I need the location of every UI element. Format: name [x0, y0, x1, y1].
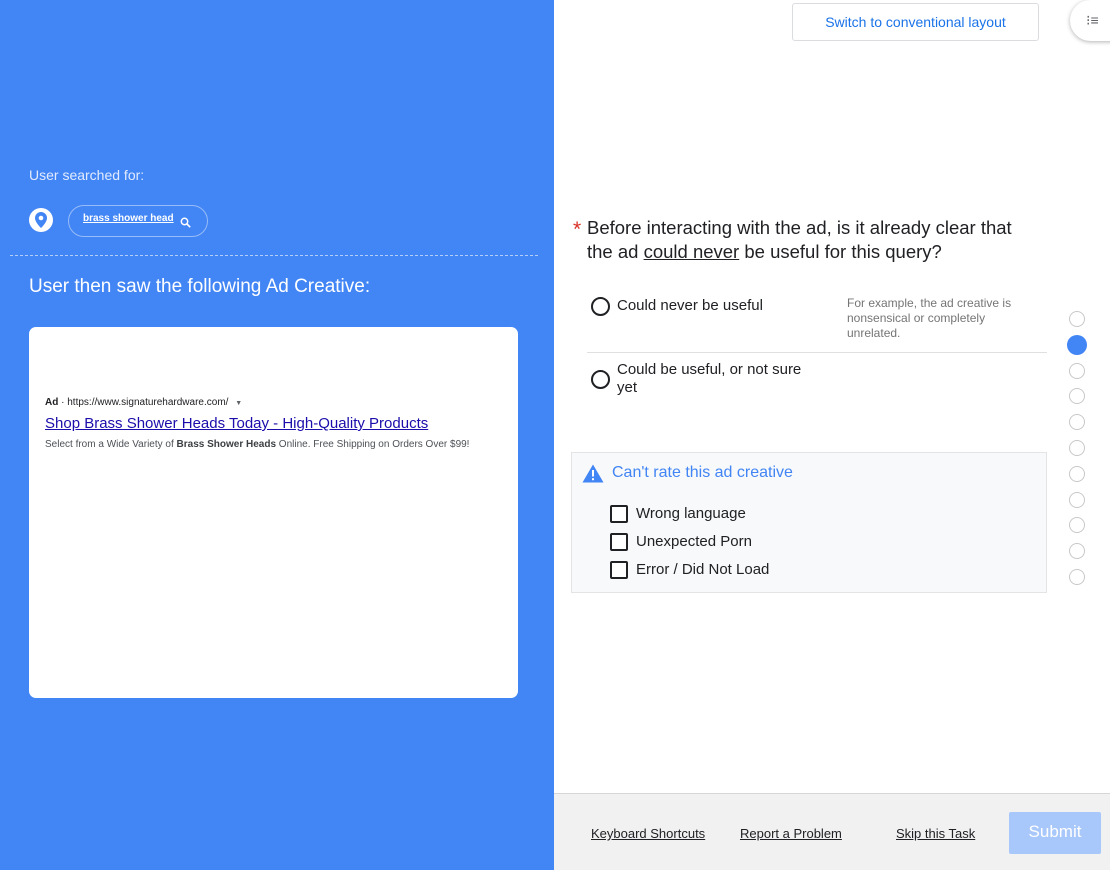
option-label-could-be-useful[interactable]: Could be useful, or not sure yet [617, 361, 813, 397]
step-dot-7[interactable] [1069, 466, 1085, 482]
step-dot-4[interactable] [1069, 388, 1085, 404]
step-dot-3[interactable] [1069, 363, 1085, 379]
section-divider [10, 255, 538, 256]
ad-separator: · [61, 397, 65, 408]
checkbox-error-did-not-load[interactable] [610, 561, 628, 579]
ad-creative-card: Ad · https://www.signaturehardware.com/ … [29, 327, 518, 698]
footer-bar: Keyboard Shortcuts Report a Problem Skip… [554, 793, 1110, 870]
location-pin-icon [29, 208, 53, 232]
warning-icon [582, 464, 604, 488]
step-dot-11[interactable] [1069, 569, 1085, 585]
ad-desc-end: Online. Free Shipping on Orders Over $99… [276, 439, 470, 450]
search-query-chip[interactable]: brass shower head [68, 205, 208, 237]
checkbox-wrong-language[interactable] [610, 505, 628, 523]
ad-desc-start: Select from a Wide Variety of [45, 439, 177, 450]
option-help-text: For example, the ad creative is nonsensi… [847, 296, 1012, 340]
ad-display-url: https://www.signaturehardware.com/ [67, 397, 229, 408]
checkbox-unexpected-porn[interactable] [610, 533, 628, 551]
checkbox-label-error-did-not-load[interactable]: Error / Did Not Load [636, 561, 769, 578]
ad-creative-heading: User then saw the following Ad Creative: [29, 276, 371, 297]
cant-rate-title: Can't rate this ad creative [612, 464, 793, 481]
searched-label: User searched for: [29, 167, 145, 183]
search-icon [180, 215, 191, 233]
radio-could-never-be-useful[interactable] [591, 297, 610, 316]
submit-button[interactable]: Submit [1009, 812, 1101, 854]
step-dot-5[interactable] [1069, 414, 1085, 430]
step-dot-8[interactable] [1069, 492, 1085, 508]
skip-task-link[interactable]: Skip this Task [896, 826, 975, 841]
ad-description: Select from a Wide Variety of Brass Show… [45, 439, 469, 450]
switch-layout-button[interactable]: Switch to conventional layout [792, 3, 1039, 41]
step-dot-2[interactable] [1067, 335, 1087, 355]
context-panel: User searched for: brass shower head Use… [0, 0, 554, 870]
search-query-text[interactable]: brass shower head [83, 213, 174, 224]
ad-headline-link[interactable]: Shop Brass Shower Heads Today - High-Qua… [45, 415, 428, 432]
ad-badge: Ad [45, 397, 59, 408]
caret-down-icon: ▼ [235, 400, 243, 407]
checkbox-label-unexpected-porn[interactable]: Unexpected Porn [636, 533, 752, 550]
keyboard-shortcuts-link[interactable]: Keyboard Shortcuts [591, 826, 705, 841]
step-dot-6[interactable] [1069, 440, 1085, 456]
cant-rate-section: Can't rate this ad creative Wrong langua… [571, 452, 1047, 593]
option-divider [587, 352, 1047, 353]
step-dot-1[interactable] [1069, 311, 1085, 327]
question-text: Before interacting with the ad, is it al… [587, 216, 1027, 264]
question-text-emphasis: could never [643, 241, 740, 262]
report-problem-link[interactable]: Report a Problem [740, 826, 842, 841]
required-marker: * [573, 218, 582, 241]
list-icon: ⁝≡ [1086, 12, 1099, 28]
step-dot-9[interactable] [1069, 517, 1085, 533]
ad-url-line: Ad · https://www.signaturehardware.com/ … [45, 397, 242, 408]
ad-desc-bold: Brass Shower Heads [176, 439, 277, 450]
question-text-end: be useful for this query? [739, 241, 942, 262]
checkbox-label-wrong-language[interactable]: Wrong language [636, 505, 746, 522]
radio-could-be-useful[interactable] [591, 370, 610, 389]
option-label-could-never[interactable]: Could never be useful [617, 297, 763, 315]
question-list-button[interactable]: ⁝≡ [1070, 0, 1110, 41]
step-dot-10[interactable] [1069, 543, 1085, 559]
